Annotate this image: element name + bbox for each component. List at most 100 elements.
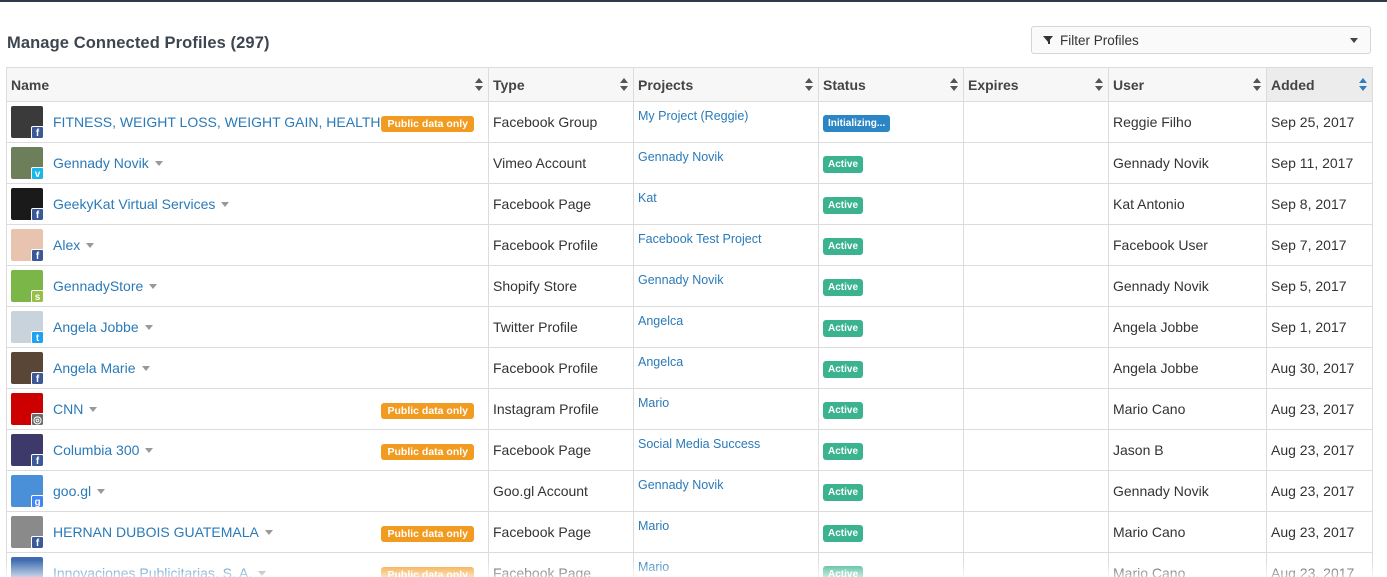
user-cell: Gennady Novik xyxy=(1108,142,1267,184)
profile-avatar: f xyxy=(11,106,43,138)
profile-avatar: f xyxy=(11,188,43,220)
filter-profiles-select[interactable]: Filter Profiles xyxy=(1031,26,1371,54)
profile-avatar: t xyxy=(11,311,43,343)
column-header-projects[interactable]: Projects xyxy=(633,67,819,102)
profile-menu-dropdown[interactable] xyxy=(149,284,158,289)
column-header-name[interactable]: Name xyxy=(6,67,489,102)
profile-menu-dropdown[interactable] xyxy=(264,530,273,535)
facebook-icon: f xyxy=(31,372,43,384)
status-cell: Active xyxy=(818,552,964,577)
sort-icon xyxy=(619,78,629,92)
project-link[interactable]: Gennady Novik xyxy=(638,273,723,287)
project-link[interactable]: Kat xyxy=(638,191,657,205)
table-row: f HERNAN DUBOIS GUATEMALA Public data only… xyxy=(6,511,1373,553)
type-cell: Facebook Page xyxy=(488,429,634,471)
expires-cell xyxy=(963,142,1109,184)
facebook-icon: f xyxy=(31,208,43,220)
project-link[interactable]: Social Media Success xyxy=(638,437,760,451)
profile-name-link[interactable]: goo.gl xyxy=(53,483,91,499)
sort-icon-active xyxy=(1358,78,1368,92)
profile-name-link[interactable]: FITNESS, WEIGHT LOSS, WEIGHT GAIN, HEALT… xyxy=(53,114,381,130)
project-link[interactable]: Mario xyxy=(638,560,669,574)
name-cell: v Gennady Novik xyxy=(6,142,489,184)
added-cell: Aug 30, 2017 xyxy=(1266,347,1373,389)
profile-menu-dropdown[interactable] xyxy=(145,448,154,453)
user-cell: Reggie Filho xyxy=(1108,101,1267,143)
profile-name-link[interactable]: Angela Jobbe xyxy=(53,319,139,335)
profile-avatar: ◎ xyxy=(11,393,43,425)
column-header-status[interactable]: Status xyxy=(818,67,964,102)
profile-name-link[interactable]: HERNAN DUBOIS GUATEMALA xyxy=(53,524,259,540)
project-link[interactable]: Facebook Test Project xyxy=(638,232,761,246)
user-cell: Mario Cano xyxy=(1108,388,1267,430)
table-row: s GennadyStore Shopify Store Gennady Novik A… xyxy=(6,265,1373,307)
table-row: f FITNESS, WEIGHT LOSS, WEIGHT GAIN, HEAL… xyxy=(6,101,1373,143)
public-data-badge: Public data only xyxy=(381,567,474,577)
table-body: f FITNESS, WEIGHT LOSS, WEIGHT GAIN, HEAL… xyxy=(6,101,1373,577)
filter-profiles-label: Filter Profiles xyxy=(1060,32,1139,48)
profile-menu-dropdown[interactable] xyxy=(86,243,95,248)
project-link[interactable]: Mario xyxy=(638,519,669,533)
filter-icon-stem xyxy=(1048,38,1050,44)
profile-menu-dropdown[interactable] xyxy=(89,407,98,412)
profile-name-link[interactable]: CNN xyxy=(53,401,83,417)
type-cell: Facebook Group xyxy=(488,101,634,143)
profile-name-link[interactable]: GennadyStore xyxy=(53,278,143,294)
vimeo-icon: v xyxy=(31,167,43,179)
table-row: f Alex Facebook Profile Facebook Test Proje… xyxy=(6,224,1373,266)
status-cell: Active xyxy=(818,265,964,307)
sort-icon xyxy=(1252,78,1262,92)
added-cell: Aug 23, 2017 xyxy=(1266,470,1373,512)
facebook-icon: f xyxy=(31,536,43,548)
type-cell: Facebook Page xyxy=(488,552,634,577)
user-cell: Kat Antonio xyxy=(1108,183,1267,225)
project-link[interactable]: Gennady Novik xyxy=(638,150,723,164)
column-header-expires[interactable]: Expires xyxy=(963,67,1109,102)
project-cell: Gennady Novik xyxy=(633,265,819,307)
profile-name-link[interactable]: Gennady Novik xyxy=(53,155,149,171)
profile-name-link[interactable]: Alex xyxy=(53,237,80,253)
status-badge: Active xyxy=(823,319,864,337)
profile-menu-dropdown[interactable] xyxy=(258,571,267,576)
shopify-icon: s xyxy=(31,290,43,302)
table-row: f Columbia 300 Public data only Facebook Pa… xyxy=(6,429,1373,471)
project-link[interactable]: Gennady Novik xyxy=(638,478,723,492)
status-badge: Initializing... xyxy=(823,114,891,132)
added-cell: Sep 11, 2017 xyxy=(1266,142,1373,184)
project-link[interactable]: Mario xyxy=(638,396,669,410)
status-cell: Initializing... xyxy=(818,101,964,143)
expires-cell xyxy=(963,306,1109,348)
column-header-type[interactable]: Type xyxy=(488,67,634,102)
profile-name-link[interactable]: Columbia 300 xyxy=(53,442,139,458)
added-cell: Aug 23, 2017 xyxy=(1266,388,1373,430)
instagram-icon: ◎ xyxy=(31,413,43,425)
profile-name-link[interactable]: Angela Marie xyxy=(53,360,136,376)
project-link[interactable]: Angelca xyxy=(638,355,683,369)
expires-cell xyxy=(963,511,1109,553)
profile-menu-dropdown[interactable] xyxy=(154,161,163,166)
added-cell: Sep 1, 2017 xyxy=(1266,306,1373,348)
user-cell: Gennady Novik xyxy=(1108,470,1267,512)
user-cell: Jason B xyxy=(1108,429,1267,471)
added-cell: Sep 8, 2017 xyxy=(1266,183,1373,225)
profile-menu-dropdown[interactable] xyxy=(97,489,106,494)
chevron-down-icon xyxy=(1350,38,1358,43)
column-header-added[interactable]: Added xyxy=(1266,67,1373,102)
profile-name-link[interactable]: GeekyKat Virtual Services xyxy=(53,196,215,212)
expires-cell xyxy=(963,470,1109,512)
project-cell: Mario xyxy=(633,388,819,430)
name-cell: f FITNESS, WEIGHT LOSS, WEIGHT GAIN, HEAL… xyxy=(6,101,489,143)
project-link[interactable]: My Project (Reggie) xyxy=(638,109,748,123)
name-cell: s GennadyStore xyxy=(6,265,489,307)
profiles-table: Name Type Projects Status Expires User A… xyxy=(6,67,1373,577)
column-header-user[interactable]: User xyxy=(1108,67,1267,102)
profile-menu-dropdown[interactable] xyxy=(221,202,230,207)
public-data-badge: Public data only xyxy=(381,116,474,132)
facebook-icon: f xyxy=(31,249,43,261)
project-link[interactable]: Angelca xyxy=(638,314,683,328)
profile-menu-dropdown[interactable] xyxy=(141,366,150,371)
added-cell: Aug 23, 2017 xyxy=(1266,429,1373,471)
status-badge: Active xyxy=(823,155,864,173)
profile-name-link[interactable]: Innovaciones Publicitarias, S. A. xyxy=(53,565,252,577)
profile-menu-dropdown[interactable] xyxy=(144,325,153,330)
